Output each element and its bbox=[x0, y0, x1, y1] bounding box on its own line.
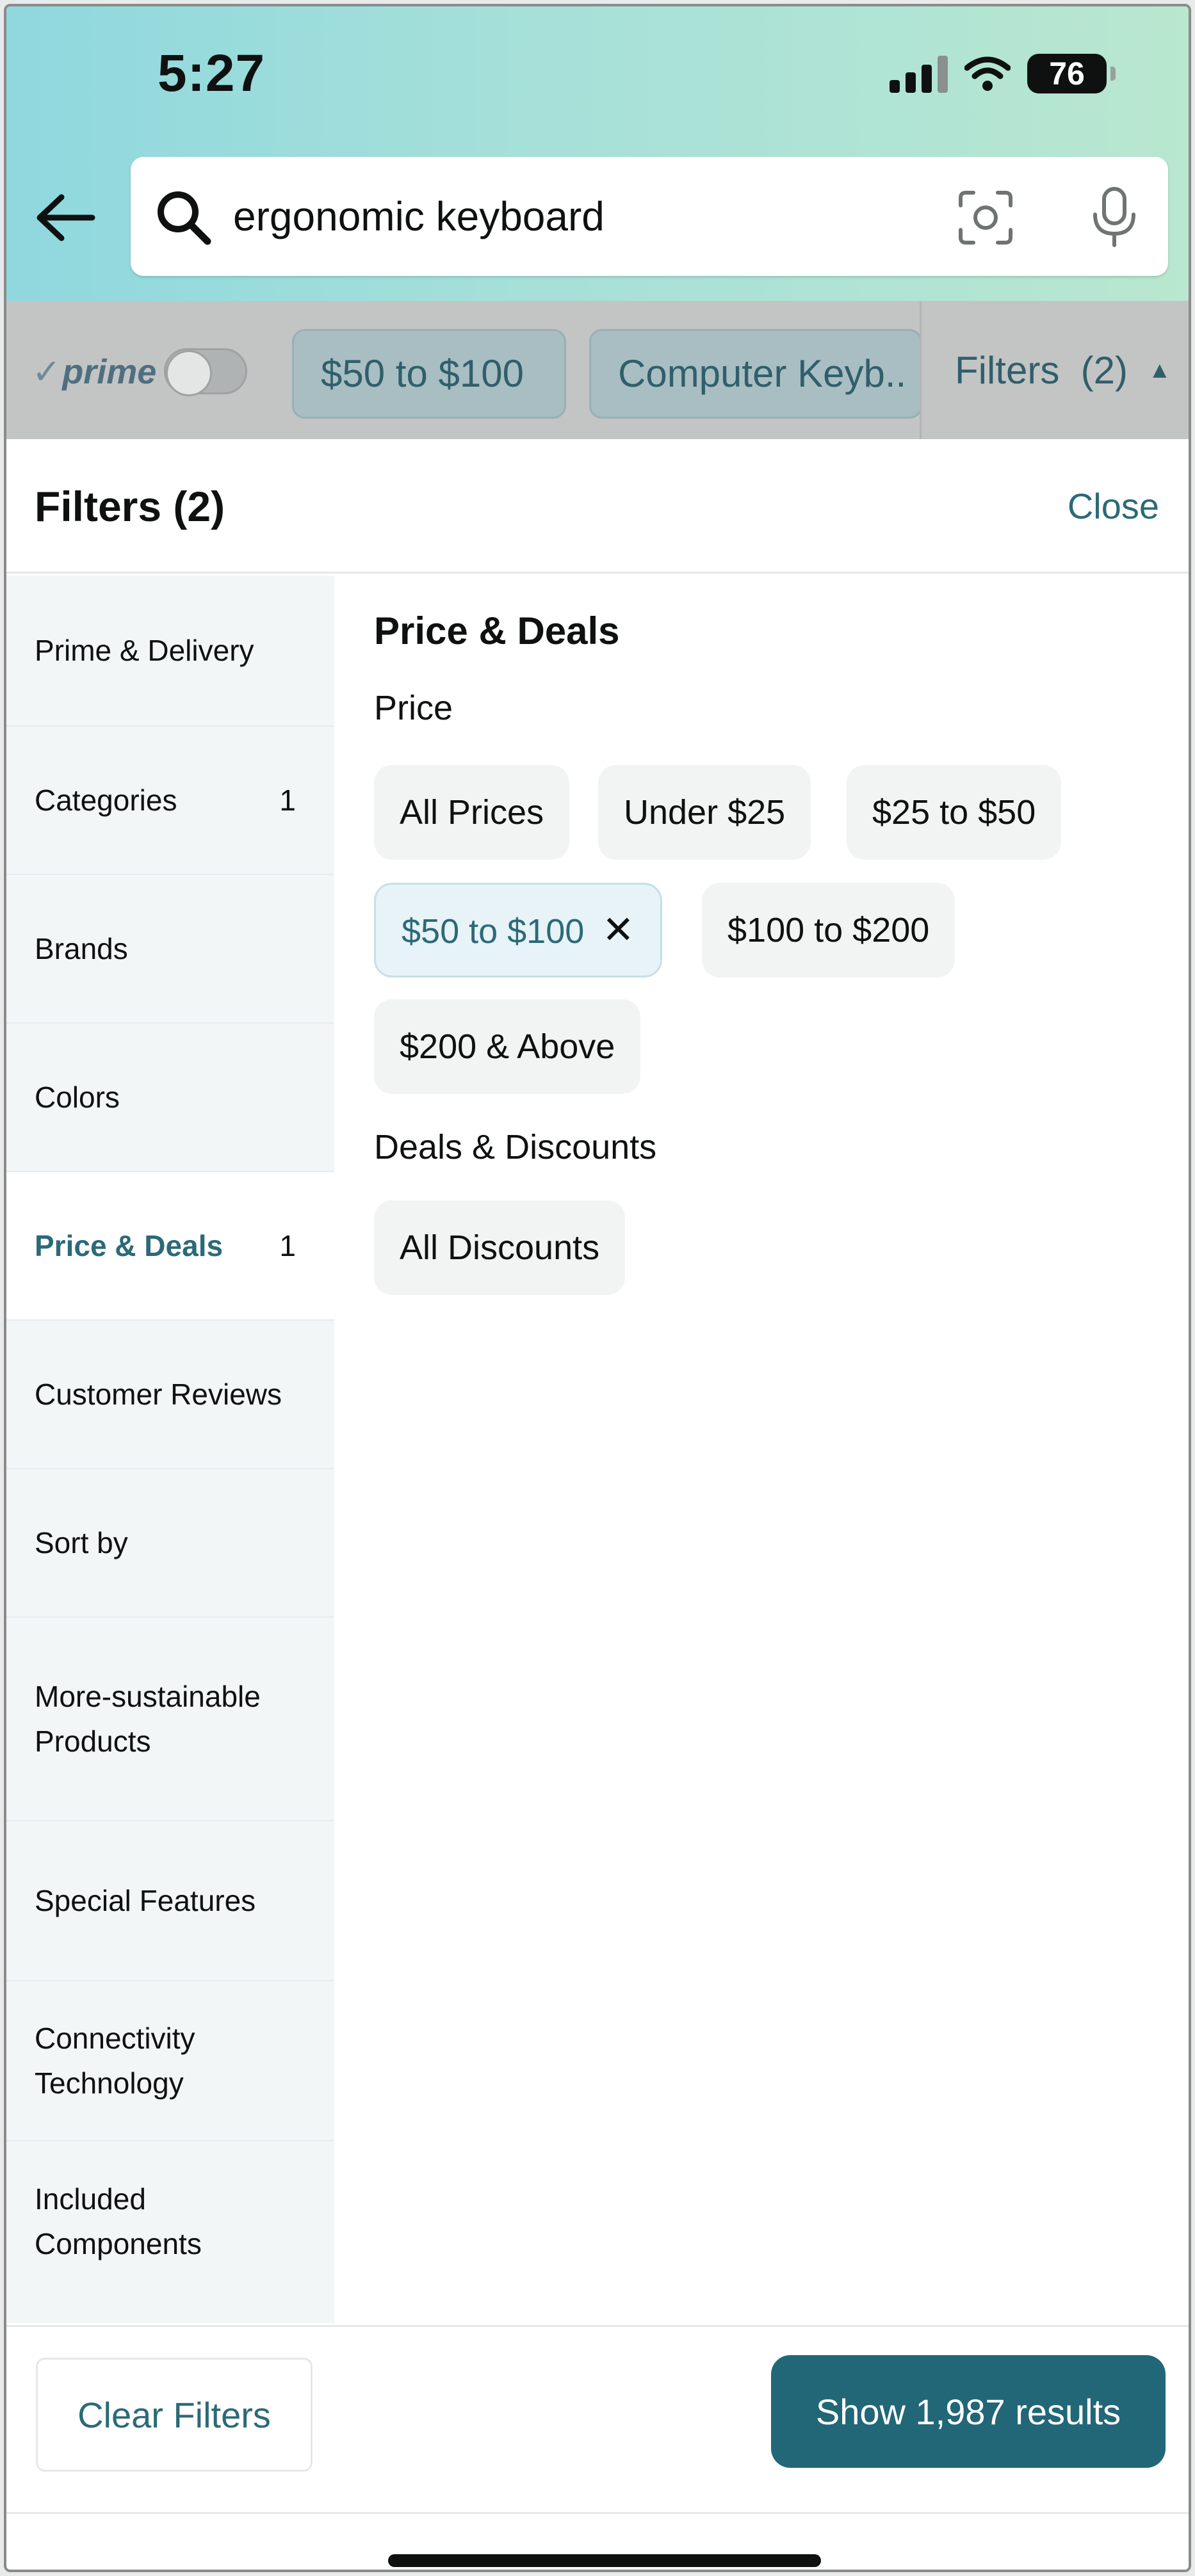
status-icons: 76 bbox=[890, 51, 1116, 96]
price-option-label: $50 to $100 bbox=[402, 912, 585, 951]
filter-category-nav: Prime & Delivery Categories 1 Brands Col… bbox=[6, 576, 334, 2323]
nav-item-count: 1 bbox=[279, 1229, 296, 1262]
nav-item-label: Prime & Delivery bbox=[35, 634, 254, 667]
search-input[interactable]: ergonomic keyboard bbox=[131, 157, 1168, 276]
deals-subtitle: Deals & Discounts bbox=[374, 1128, 657, 1166]
search-header: 5:27 76 ergonomic keyboard bbox=[6, 6, 1189, 301]
refinement-bar: ✓prime $50 to $100 Computer Keyb.. Filte… bbox=[6, 301, 1189, 439]
nav-item-special-features[interactable]: Special Features bbox=[6, 1821, 334, 1981]
nav-item-colors[interactable]: Colors bbox=[6, 1024, 334, 1172]
home-indicator bbox=[388, 2554, 821, 2567]
nav-item-categories[interactable]: Categories 1 bbox=[6, 727, 334, 875]
battery-icon: 76 bbox=[1027, 54, 1116, 93]
filter-options-panel: Price & Deals Price All Prices Under $25… bbox=[334, 576, 1189, 2323]
nav-item-sort-by[interactable]: Sort by bbox=[6, 1469, 334, 1618]
chip-category[interactable]: Computer Keyb.. bbox=[589, 329, 922, 419]
close-button[interactable]: Close bbox=[1068, 439, 1159, 574]
price-option-all[interactable]: All Prices bbox=[374, 765, 570, 860]
price-option-50-100[interactable]: $50 to $100 ✕ bbox=[374, 883, 662, 978]
camera-scan-icon[interactable] bbox=[957, 189, 1014, 246]
prime-toggle[interactable]: ✓prime bbox=[32, 339, 248, 403]
sheet-footer: Clear Filters Show 1,987 results bbox=[6, 2325, 1189, 2512]
sheet-header: Filters (2) Close bbox=[6, 439, 1189, 574]
remove-icon[interactable]: ✕ bbox=[602, 908, 634, 951]
filters-button[interactable]: Filters (2) ▲ bbox=[920, 301, 1189, 439]
price-option-25-50[interactable]: $25 to $50 bbox=[847, 765, 1062, 860]
nav-item-label: Sort by bbox=[35, 1526, 128, 1559]
price-option-200-above[interactable]: $200 & Above bbox=[374, 999, 641, 1094]
divider bbox=[6, 2512, 1189, 2514]
search-query: ergonomic keyboard bbox=[233, 193, 605, 239]
price-option-100-200[interactable]: $100 to $200 bbox=[702, 883, 955, 978]
status-time: 5:27 bbox=[158, 44, 266, 102]
microphone-icon[interactable] bbox=[1084, 185, 1145, 248]
show-results-button[interactable]: Show 1,987 results bbox=[771, 2355, 1166, 2468]
chip-price[interactable]: $50 to $100 bbox=[292, 329, 566, 419]
nav-item-customer-reviews[interactable]: Customer Reviews bbox=[6, 1321, 334, 1469]
battery-level: 76 bbox=[1049, 56, 1085, 92]
prime-switch[interactable] bbox=[164, 348, 248, 396]
nav-item-label: Brands bbox=[35, 932, 128, 965]
filters-label: Filters (2) bbox=[955, 348, 1128, 392]
back-arrow-icon[interactable] bbox=[35, 192, 96, 243]
nav-item-label: More-sustainable Products bbox=[35, 1680, 261, 1758]
nav-item-label: Price & Deals bbox=[35, 1229, 224, 1262]
cellular-signal-icon bbox=[890, 54, 948, 93]
nav-item-label: Colors bbox=[35, 1081, 120, 1114]
filters-sheet: Filters (2) Close Prime & Delivery Categ… bbox=[6, 439, 1189, 2570]
chevron-up-icon: ▲ bbox=[1148, 357, 1171, 383]
price-option-under-25[interactable]: Under $25 bbox=[598, 765, 811, 860]
price-subtitle: Price bbox=[374, 689, 453, 727]
nav-item-price-deals[interactable]: Price & Deals 1 bbox=[6, 1172, 334, 1321]
nav-item-label: Customer Reviews bbox=[35, 1378, 282, 1411]
nav-item-count: 1 bbox=[279, 784, 296, 817]
deals-option-all[interactable]: All Discounts bbox=[374, 1200, 626, 1295]
nav-item-label: Connectivity Technology bbox=[35, 2022, 195, 2100]
nav-item-connectivity-technology[interactable]: Connectivity Technology bbox=[6, 1981, 334, 2141]
wifi-icon bbox=[964, 56, 1011, 91]
search-icon bbox=[158, 191, 211, 245]
nav-item-included-components[interactable]: Included Components bbox=[6, 2141, 334, 2301]
sheet-title: Filters (2) bbox=[35, 483, 225, 530]
prime-logo: ✓prime bbox=[32, 352, 157, 391]
section-title: Price & Deals bbox=[374, 609, 620, 652]
nav-item-label: Categories bbox=[35, 784, 177, 817]
phone-screen: 5:27 76 ergonomic keyboard ✓prime $50 to… bbox=[4, 4, 1191, 2572]
nav-item-label: Included Components bbox=[35, 2182, 202, 2260]
nav-item-label: Special Features bbox=[35, 1884, 256, 1917]
nav-item-prime-delivery[interactable]: Prime & Delivery bbox=[6, 576, 334, 727]
clear-filters-button[interactable]: Clear Filters bbox=[36, 2358, 313, 2472]
nav-item-brands[interactable]: Brands bbox=[6, 875, 334, 1024]
nav-item-sustainable-products[interactable]: More-sustainable Products bbox=[6, 1618, 334, 1821]
